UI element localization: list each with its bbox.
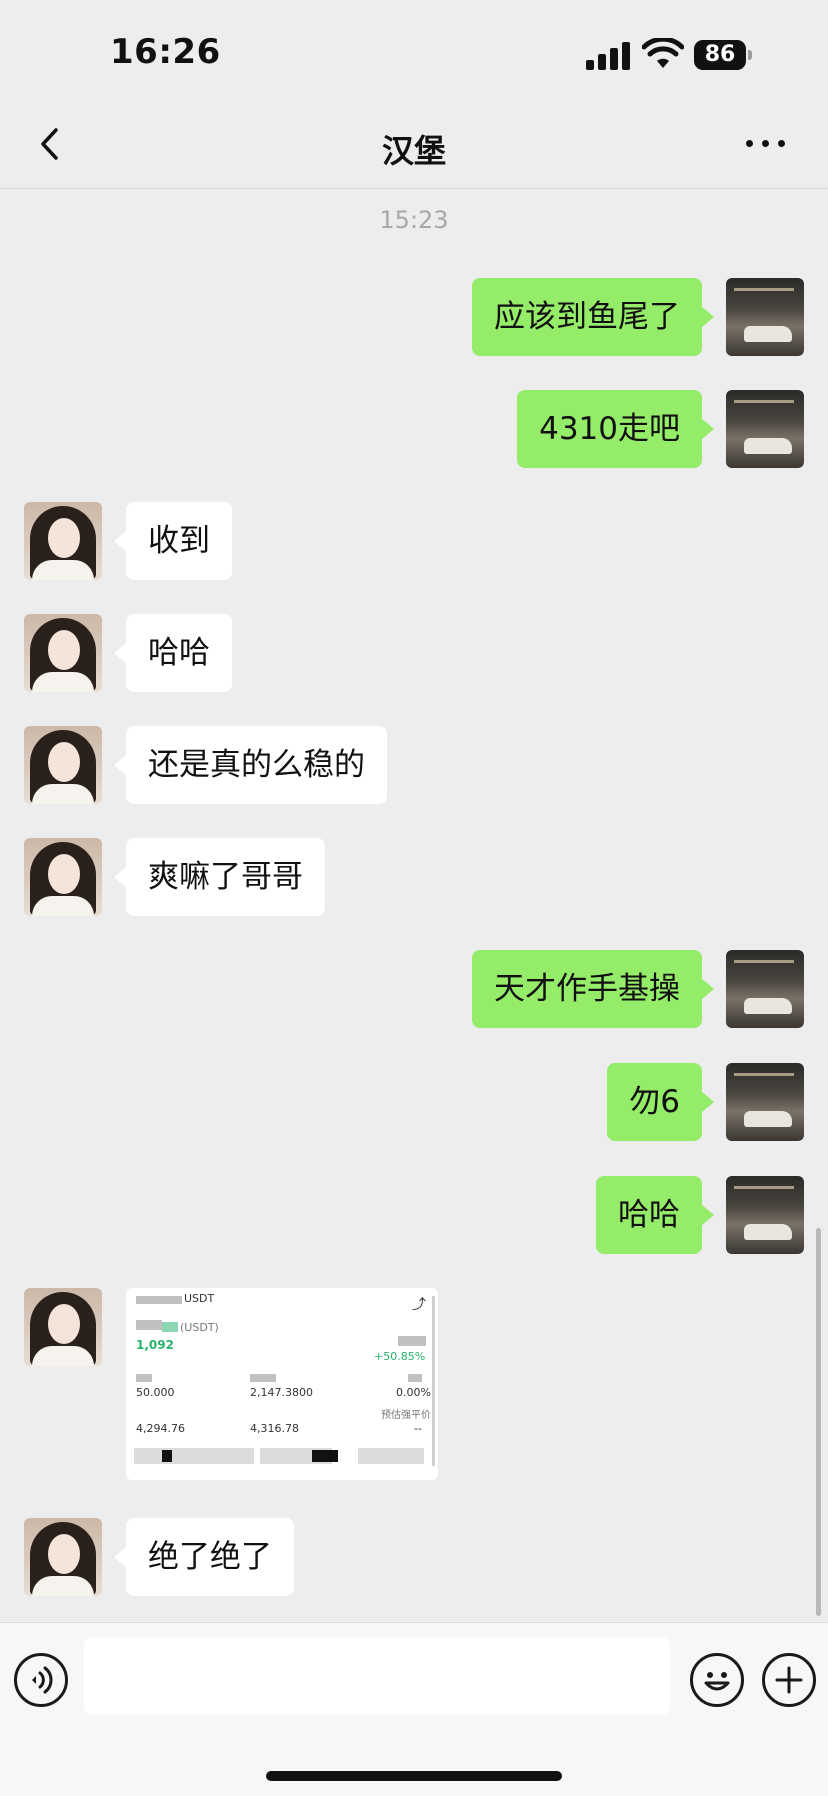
message-bubble-received[interactable]: 收到 [114, 502, 232, 580]
message-bubble-sent[interactable]: 应该到鱼尾了 [472, 278, 714, 356]
message-bubble-sent[interactable]: 4310走吧 [517, 390, 714, 468]
self-avatar[interactable] [726, 278, 804, 356]
chat-title: 汉堡 [381, 132, 446, 170]
status-time: 16:26 [110, 32, 221, 72]
self-avatar[interactable] [726, 1176, 804, 1254]
emoji-icon[interactable] [690, 1653, 744, 1707]
message-bubble-received[interactable]: 还是真的么稳的 [114, 726, 387, 804]
message-bubble-received[interactable]: 绝了绝了 [114, 1518, 294, 1596]
position-size: 50.000 [136, 1386, 175, 1399]
share-icon[interactable]: ⤴ [412, 1294, 426, 1314]
more-options-icon[interactable] [746, 140, 786, 148]
pnl-value: 1,092 [136, 1338, 174, 1352]
margin-value: 2,147.3800 [250, 1386, 313, 1399]
more-functions-plus-icon[interactable] [762, 1653, 816, 1707]
message-bubble-sent[interactable]: 哈哈 [596, 1176, 714, 1254]
self-avatar[interactable] [726, 390, 804, 468]
entry-price: 4,294.76 [136, 1422, 185, 1435]
contact-avatar[interactable] [24, 1518, 102, 1596]
margin-ratio: 0.00% [396, 1386, 431, 1399]
message-bubble-sent[interactable]: 天才作手基操 [472, 950, 714, 1028]
pnl-percent: +50.85% [374, 1350, 426, 1363]
voice-input-icon[interactable] [14, 1653, 68, 1707]
message-bubble-received[interactable]: 爽嘛了哥哥 [114, 838, 325, 916]
liquidation-label: 预估强平价 [381, 1410, 431, 1421]
contact-avatar[interactable] [24, 1288, 102, 1366]
liquidation-price: -- [414, 1422, 422, 1435]
battery-icon: 86 [694, 40, 754, 70]
image-message-trade-screenshot[interactable]: USDT ⤴ (USDT) 1,092 +50.85% 50.000 2,147… [126, 1288, 438, 1480]
cellular-signal-icon [586, 42, 630, 70]
self-avatar[interactable] [726, 950, 804, 1028]
scroll-indicator[interactable] [816, 1228, 821, 1616]
message-bubble-sent[interactable]: 勿6 [607, 1063, 714, 1141]
wifi-icon [641, 36, 685, 70]
contact-avatar[interactable] [24, 726, 102, 804]
message-input[interactable] [84, 1637, 670, 1715]
chat-header: 汉堡 [0, 100, 828, 189]
mark-price: 4,316.78 [250, 1422, 299, 1435]
message-input-bar [0, 1622, 828, 1796]
contact-avatar[interactable] [24, 502, 102, 580]
home-indicator[interactable] [266, 1771, 562, 1781]
contact-avatar[interactable] [24, 614, 102, 692]
self-avatar[interactable] [726, 1063, 804, 1141]
trade-pair-label: USDT [184, 1292, 215, 1305]
contact-avatar[interactable] [24, 838, 102, 916]
battery-level: 86 [694, 40, 746, 70]
unit-label: (USDT) [180, 1321, 219, 1334]
message-bubble-received[interactable]: 哈哈 [114, 614, 232, 692]
message-timestamp: 15:23 [379, 206, 449, 234]
